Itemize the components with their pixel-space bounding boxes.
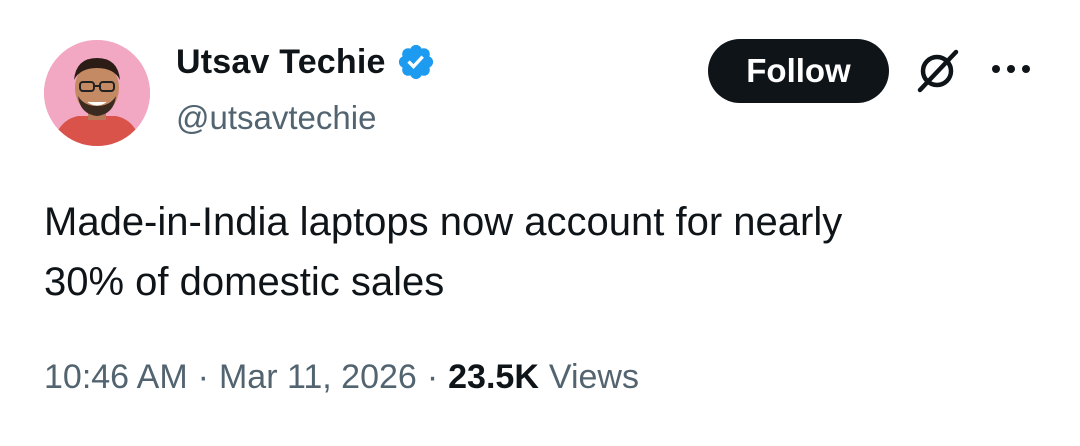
more-options-icon[interactable]	[990, 62, 1032, 76]
tweet-meta: 10:46 AM · Mar 11, 2026 · 23.5K Views	[44, 358, 639, 397]
tweet-date[interactable]: Mar 11, 2026	[219, 358, 417, 397]
avatar[interactable]	[44, 40, 150, 146]
tweet-time[interactable]: 10:46 AM	[44, 358, 188, 397]
verified-badge-icon[interactable]	[396, 42, 436, 82]
meta-separator: ·	[426, 358, 439, 396]
follow-button[interactable]: Follow	[708, 39, 889, 103]
author-name-row[interactable]: Utsav Techie	[176, 42, 436, 82]
views-label[interactable]: Views	[549, 358, 639, 397]
views-count[interactable]: 23.5K	[448, 358, 539, 397]
avatar-image	[44, 40, 150, 146]
tweet-text-line: 30% of domestic sales	[44, 260, 445, 304]
tweet-text: Made-in-India laptops now account for ne…	[44, 192, 1034, 312]
meta-separator: ·	[197, 358, 209, 396]
grok-icon[interactable]	[912, 46, 962, 96]
display-name[interactable]: Utsav Techie	[176, 43, 386, 82]
author-handle[interactable]: @utsavtechie	[176, 99, 376, 137]
tweet-text-line: Made-in-India laptops now account for ne…	[44, 200, 843, 244]
